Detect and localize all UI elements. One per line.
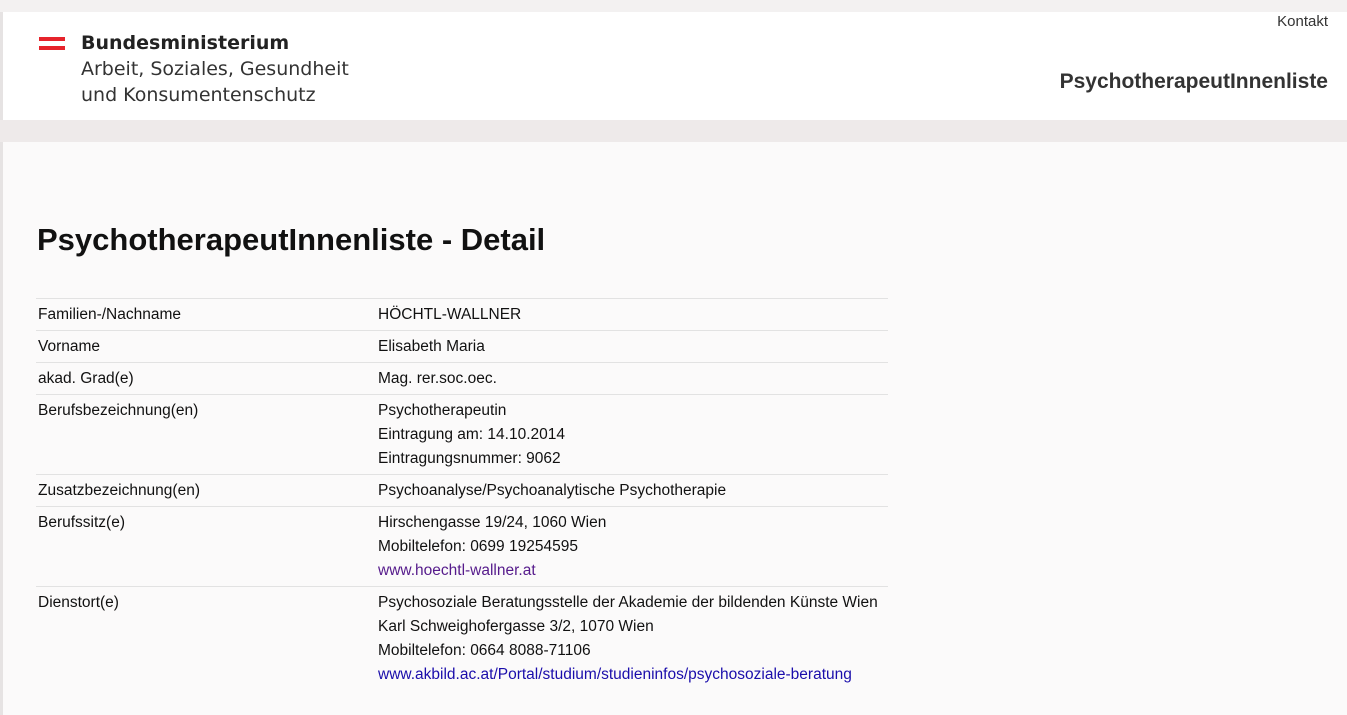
detail-row-workplace: Dienstort(e) Psychosoziale Beratungsstel… bbox=[36, 586, 888, 690]
row-value: Elisabeth Maria bbox=[378, 338, 485, 355]
row-value: Psychotherapeutin Eintragung am: 14.10.2… bbox=[378, 399, 888, 471]
row-value: Hirschengasse 19/24, 1060 Wien Mobiltele… bbox=[378, 511, 888, 583]
row-label: Dienstort(e) bbox=[38, 594, 119, 611]
detail-row-degree: akad. Grad(e) Mag. rer.soc.oec. bbox=[36, 362, 888, 394]
detail-row-profession: Berufsbezeichnung(en) Psychotherapeutin … bbox=[36, 394, 888, 474]
left-edge bbox=[0, 142, 3, 715]
workplace-address: Karl Schweighofergasse 3/2, 1070 Wien bbox=[378, 618, 654, 635]
header-band bbox=[0, 120, 1347, 142]
row-label: Berufsbezeichnung(en) bbox=[38, 402, 199, 419]
detail-row-additional: Zusatzbezeichnung(en) Psychoanalyse/Psyc… bbox=[36, 474, 888, 506]
workplace-name: Psychosoziale Beratungsstelle der Akadem… bbox=[378, 594, 878, 611]
row-label: akad. Grad(e) bbox=[38, 370, 134, 387]
detail-row-surname: Familien-/Nachname HÖCHTL-WALLNER bbox=[36, 298, 888, 330]
row-label: Vorname bbox=[38, 338, 101, 355]
contact-link[interactable]: Kontakt bbox=[1277, 13, 1328, 30]
practice-website-link[interactable]: www.hoechtl-wallner.at bbox=[378, 562, 536, 579]
row-label: Zusatzbezeichnung(en) bbox=[38, 482, 200, 499]
row-label: Familien-/Nachname bbox=[38, 306, 181, 323]
detail-row-firstname: Vorname Elisabeth Maria bbox=[36, 330, 888, 362]
entry-date: Eintragung am: 14.10.2014 bbox=[378, 426, 565, 443]
site-header: Bundesministerium Arbeit, Soziales, Gesu… bbox=[0, 12, 1347, 120]
workplace-phone: Mobiltelefon: 0664 8088-71106 bbox=[378, 642, 591, 659]
ministry-subtitle-line2: und Konsumentenschutz bbox=[81, 84, 316, 106]
workplace-website-link[interactable]: www.akbild.ac.at/Portal/studium/studieni… bbox=[378, 666, 852, 683]
austrian-flag-icon bbox=[39, 37, 65, 51]
practice-address: Hirschengasse 19/24, 1060 Wien bbox=[378, 514, 607, 531]
profession-title: Psychotherapeutin bbox=[378, 402, 507, 419]
row-value: Psychosoziale Beratungsstelle der Akadem… bbox=[378, 591, 888, 687]
site-title: PsychotherapeutInnenliste bbox=[1059, 70, 1328, 93]
ministry-subtitle-line1: Arbeit, Soziales, Gesundheit bbox=[81, 58, 349, 80]
row-value: Psychoanalyse/Psychoanalytische Psychoth… bbox=[378, 482, 727, 499]
entry-number: Eintragungsnummer: 9062 bbox=[378, 450, 561, 467]
row-value: Mag. rer.soc.oec. bbox=[378, 370, 497, 387]
ministry-name: Bundesministerium bbox=[81, 32, 290, 54]
row-label: Berufssitz(e) bbox=[38, 514, 125, 531]
detail-row-practice: Berufssitz(e) Hirschengasse 19/24, 1060 … bbox=[36, 506, 888, 586]
detail-table: Familien-/Nachname HÖCHTL-WALLNER Vornam… bbox=[36, 298, 888, 690]
top-strip bbox=[0, 0, 1347, 12]
practice-phone: Mobiltelefon: 0699 19254595 bbox=[378, 538, 578, 555]
row-value: HÖCHTL-WALLNER bbox=[378, 306, 522, 323]
page-title: PsychotherapeutInnenliste - Detail bbox=[37, 222, 546, 257]
